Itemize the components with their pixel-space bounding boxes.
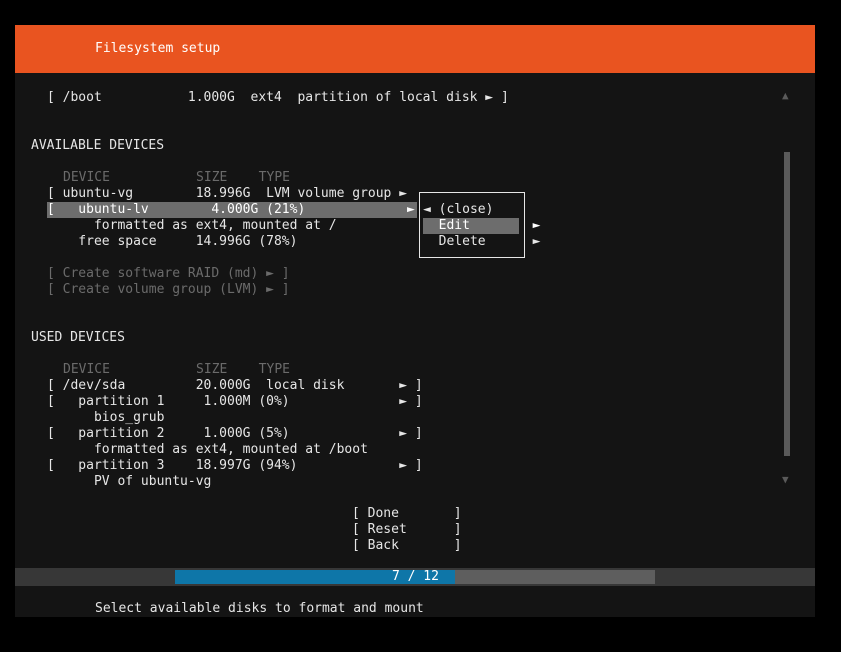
progress-label: 7 / 12 (392, 569, 439, 584)
device-row-free-space: free space 14.996G (78%) (47, 234, 298, 249)
menu-item-delete[interactable]: Delete ► (423, 234, 541, 250)
menu-item-close[interactable]: ◄ (close) (423, 202, 493, 218)
scrollbar[interactable] (784, 152, 790, 456)
device-row-ubuntu-vg[interactable]: [ ubuntu-vg 18.996G LVM volume group ► (47, 186, 407, 202)
used-devices-heading: USED DEVICES (31, 330, 125, 345)
create-raid-button[interactable]: [ Create software RAID (md) ► ] (47, 266, 290, 282)
done-button[interactable]: [ Done ] (352, 506, 462, 522)
device-row-sda[interactable]: [ /dev/sda 20.000G local disk ► ] (47, 378, 423, 394)
device-detail-partition-2: formatted as ext4, mounted at /boot (47, 442, 368, 457)
scroll-up-arrow-icon[interactable]: ▲ (782, 89, 789, 102)
status-message: Select available disks to format and mou… (95, 601, 424, 616)
scroll-down-arrow-icon[interactable]: ▼ (782, 473, 789, 486)
boot-partition-row[interactable]: [ /boot 1.000G ext4 partition of local d… (47, 90, 509, 106)
device-detail-ubuntu-lv: formatted as ext4, mounted at / (47, 218, 337, 233)
available-columns-header: DEVICE SIZE TYPE (63, 170, 290, 185)
device-detail-partition-3: PV of ubuntu-vg (47, 474, 212, 489)
menu-item-edit[interactable]: Edit ► (423, 218, 540, 234)
reset-button[interactable]: [ Reset ] (352, 522, 462, 538)
page-title: Filesystem setup (95, 41, 221, 56)
header-bar: Filesystem setup (15, 25, 815, 73)
device-row-partition-3[interactable]: [ partition 3 18.997G (94%) ► ] (47, 458, 423, 474)
used-columns-header: DEVICE SIZE TYPE (63, 362, 290, 377)
device-row-partition-1[interactable]: [ partition 1 1.000M (0%) ► ] (47, 394, 423, 410)
device-detail-partition-1: bios_grub (47, 410, 165, 425)
available-devices-heading: AVAILABLE DEVICES (31, 138, 165, 153)
device-row-ubuntu-lv[interactable]: [ ubuntu-lv 4.000G (21%) ► (47, 202, 417, 218)
context-menu: ◄ (close) Edit ► Delete ► (419, 192, 540, 258)
device-row-partition-2[interactable]: [ partition 2 1.000G (5%) ► ] (47, 426, 423, 442)
create-vg-button[interactable]: [ Create volume group (LVM) ► ] (47, 282, 290, 298)
back-button[interactable]: [ Back ] (352, 538, 462, 554)
